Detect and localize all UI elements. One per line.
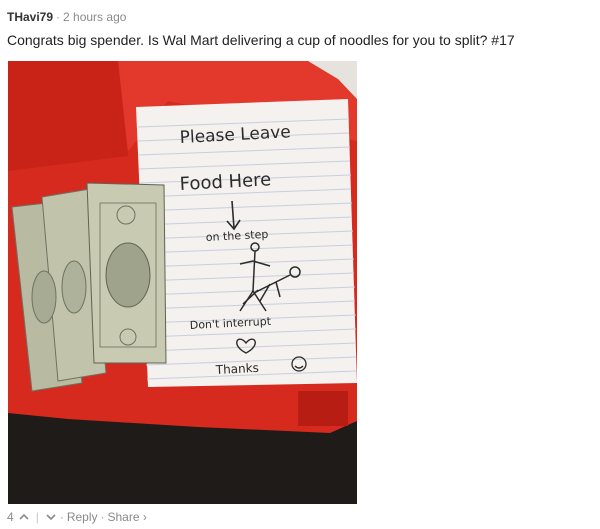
vote-divider: |	[35, 510, 39, 524]
username[interactable]: THavi79	[7, 10, 53, 24]
comment-text: Congrats big spender. Is Wal Mart delive…	[7, 32, 515, 48]
separator-dot: ·	[100, 510, 105, 524]
note-line-5: Thanks	[214, 361, 259, 377]
dollar-bills-drawing	[11, 182, 167, 392]
share-button[interactable]: Share ›	[108, 510, 147, 524]
comment-image[interactable]: Please Leave Food Here on the step Don't…	[8, 61, 357, 504]
comment-header: THavi79 · 2 hours ago	[7, 9, 126, 25]
separator-dot: ·	[59, 510, 64, 524]
reply-button[interactable]: Reply	[67, 510, 98, 524]
upvote-control[interactable]: 4	[7, 510, 30, 524]
chevron-down-icon[interactable]	[45, 511, 57, 523]
photo-drawing: Please Leave Food Here on the step Don't…	[8, 61, 357, 504]
separator-dot: ·	[56, 10, 61, 24]
chevron-up-icon[interactable]	[18, 511, 30, 523]
upvote-count: 4	[7, 510, 14, 524]
comment-footer: 4 | · Reply · Share ›	[7, 510, 147, 524]
timestamp[interactable]: 2 hours ago	[63, 10, 126, 24]
